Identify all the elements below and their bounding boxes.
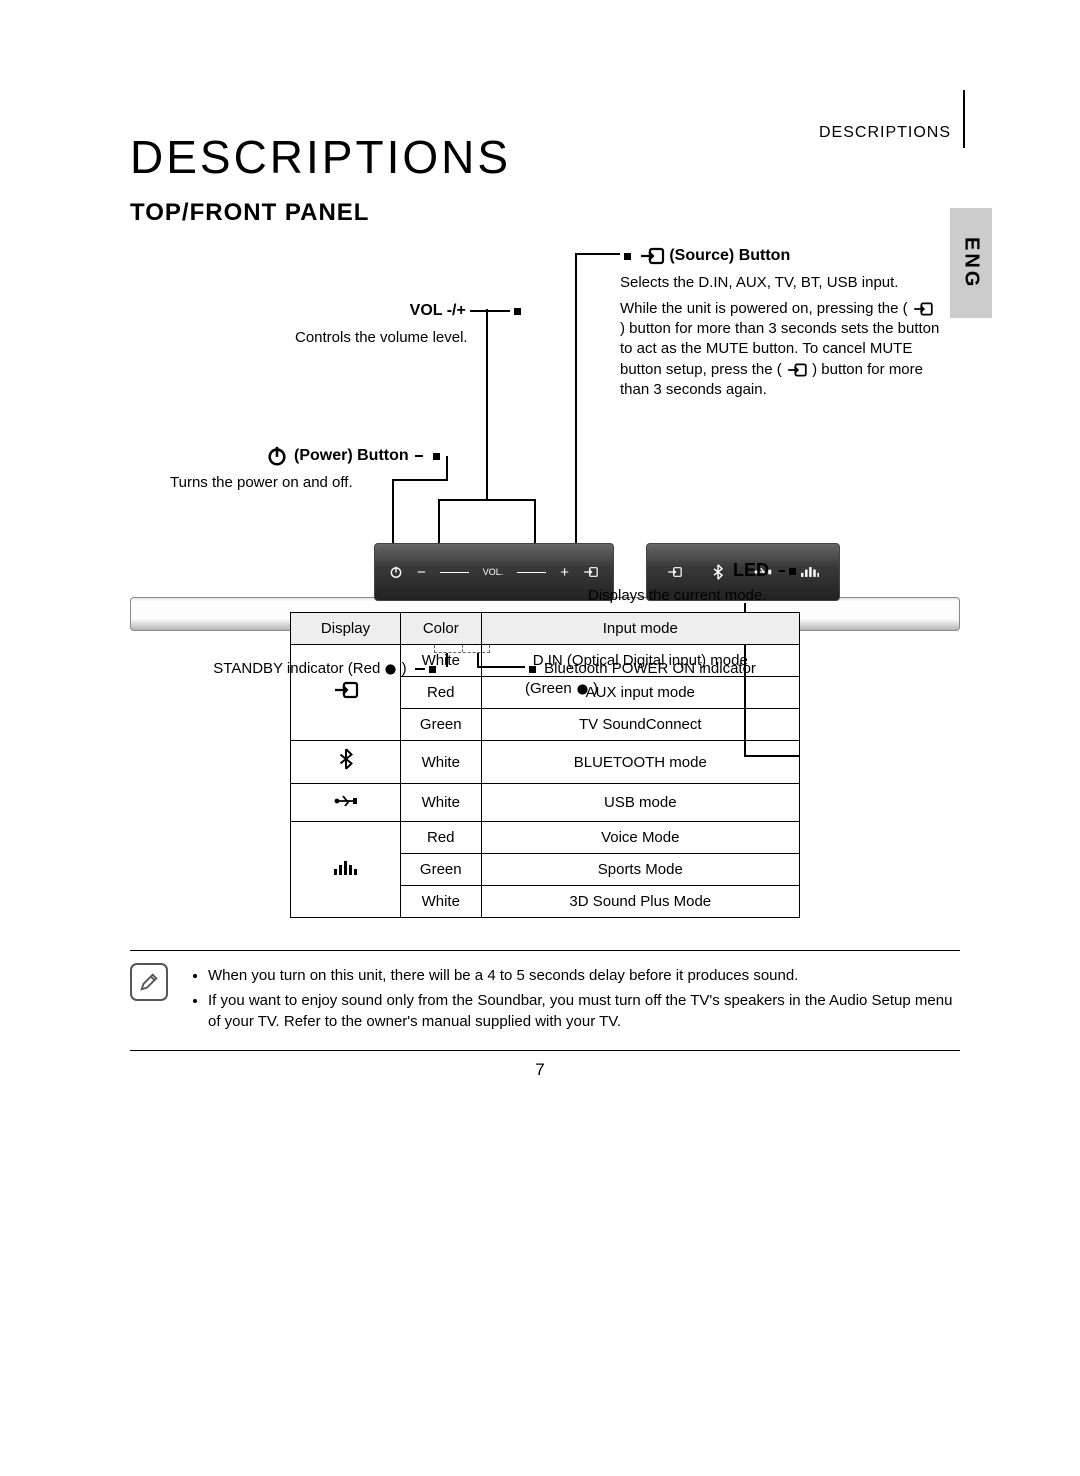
note-item: When you turn on this unit, there will b… <box>208 965 960 986</box>
led-soundmode-icon <box>801 566 819 578</box>
table-row: White USB mode <box>291 784 800 822</box>
callout-marker <box>789 568 796 575</box>
header-section-text: DESCRIPTIONS <box>819 124 951 142</box>
cell-mode: Sports Mode <box>481 854 799 886</box>
lead-line <box>470 310 510 312</box>
lead-line <box>438 499 534 501</box>
callout-marker <box>624 253 631 260</box>
cell-mode: Voice Mode <box>481 822 799 854</box>
callout-marker <box>433 453 440 460</box>
power-label: (Power) Button <box>294 445 409 467</box>
cell-mode: AUX input mode <box>481 677 799 709</box>
cell-mode: TV SoundConnect <box>481 709 799 741</box>
source-icon <box>639 246 665 266</box>
cell-color: Green <box>401 854 482 886</box>
note-item: If you want to enjoy sound only from the… <box>208 990 960 1032</box>
lead-line <box>392 479 448 481</box>
source-callout: (Source) Button Selects the D.IN, AUX, T… <box>620 245 940 400</box>
source-label: (Source) Button <box>669 245 790 267</box>
lead-line <box>779 570 785 572</box>
lead-line <box>534 499 536 543</box>
cell-mode: USB mode <box>481 784 799 822</box>
display-soundmode-icon-cell <box>291 822 401 918</box>
lead-line <box>575 253 620 255</box>
led-subtitle: Displays the current mode. <box>588 587 800 604</box>
cell-color: White <box>401 741 482 784</box>
th-display: Display <box>291 613 401 645</box>
vol-callout: VOL -/+ Controls the volume level. <box>295 300 525 348</box>
source-desc-1: Selects the D.IN, AUX, TV, BT, USB input… <box>620 273 940 293</box>
led-heading: LED <box>290 560 800 581</box>
power-desc: Turns the power on and off. <box>170 473 460 493</box>
display-usb-icon-cell <box>291 784 401 822</box>
power-callout: (Power) Button Turns the power on and of… <box>170 445 460 493</box>
callout-marker <box>514 308 521 315</box>
th-color: Color <box>401 613 482 645</box>
cell-color: White <box>401 784 482 822</box>
table-header-row: Display Color Input mode <box>291 613 800 645</box>
cell-color: Red <box>401 822 482 854</box>
header-section-label: DESCRIPTIONS <box>819 90 965 148</box>
source-icon <box>333 680 359 700</box>
vol-label: VOL -/+ <box>410 300 466 322</box>
source-icon-inline-2 <box>786 362 808 378</box>
page-number: 7 <box>130 1060 950 1080</box>
page-subtitle: TOP/FRONT PANEL <box>130 199 950 227</box>
note-icon <box>130 963 168 1001</box>
table-row: White D.IN (Optical Digital input) mode <box>291 645 800 677</box>
lead-line <box>486 309 488 499</box>
power-icon <box>266 445 288 467</box>
notes-block: When you turn on this unit, there will b… <box>130 950 960 1051</box>
language-tab: ENG <box>950 208 992 318</box>
cell-color: White <box>401 645 482 677</box>
cell-color: Green <box>401 709 482 741</box>
lead-line <box>446 456 448 480</box>
cell-mode: D.IN (Optical Digital input) mode <box>481 645 799 677</box>
usb-icon <box>334 794 358 808</box>
source-desc-2: While the unit is powered on, pressing t… <box>620 299 940 400</box>
lead-line <box>438 499 440 543</box>
led-block: LED Displays the current mode. Display C… <box>290 560 800 918</box>
lead-line <box>415 455 423 457</box>
table-row: White BLUETOOTH mode <box>291 741 800 784</box>
source-icon-inline-1 <box>912 301 934 317</box>
bluetooth-icon <box>339 748 353 770</box>
cell-mode: BLUETOOTH mode <box>481 741 799 784</box>
cell-color: White <box>401 886 482 918</box>
pencil-icon <box>138 971 160 993</box>
language-tab-text: ENG <box>960 237 983 289</box>
soundmode-icon <box>334 861 358 875</box>
vol-desc: Controls the volume level. <box>295 328 525 348</box>
th-mode: Input mode <box>481 613 799 645</box>
cell-mode: 3D Sound Plus Mode <box>481 886 799 918</box>
lead-line <box>575 253 577 543</box>
display-bluetooth-icon-cell <box>291 741 401 784</box>
led-table: Display Color Input mode White D.IN (Opt… <box>290 612 800 918</box>
cell-color: Red <box>401 677 482 709</box>
display-source-icon-cell <box>291 645 401 741</box>
lead-line <box>392 481 394 543</box>
table-row: Red Voice Mode <box>291 822 800 854</box>
